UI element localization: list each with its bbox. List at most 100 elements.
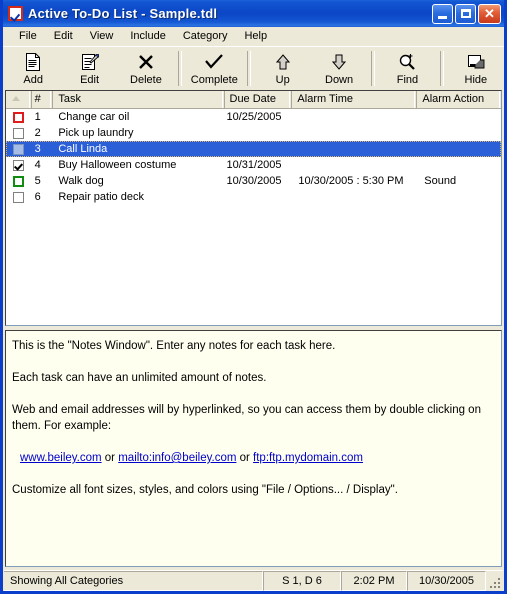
task-checkbox-icon[interactable] <box>13 127 24 139</box>
close-icon: ✕ <box>484 5 495 21</box>
notes-links-line: www.beiley.com or mailto:info@beiley.com… <box>20 450 495 466</box>
menu-bar: File Edit View Include Category Help <box>3 27 504 46</box>
link-email[interactable]: mailto:info@beiley.com <box>118 452 236 464</box>
column-header-number[interactable]: # <box>32 91 54 108</box>
row-number: 1 <box>34 111 41 123</box>
column-header-due-date[interactable]: Due Date <box>225 91 293 108</box>
row-task-name: Repair patio deck <box>58 191 144 203</box>
minimize-icon <box>433 5 452 23</box>
toolbar-label-up: Up <box>275 74 290 86</box>
row-number: 5 <box>34 175 41 187</box>
row-number: 6 <box>34 191 41 203</box>
row-checkbox-cell[interactable] <box>6 111 32 123</box>
row-checkbox-cell[interactable] <box>6 127 32 139</box>
notes-paragraph-4: Customize all font sizes, styles, and co… <box>12 484 398 496</box>
row-number: 2 <box>34 127 41 139</box>
row-due-date: 10/25/2005 <box>226 111 282 123</box>
maximize-icon <box>456 5 475 23</box>
sort-ascending-icon <box>12 96 20 101</box>
table-row[interactable]: 4 Buy Halloween costume 10/31/2005 <box>6 157 501 173</box>
menu-item-edit[interactable]: Edit <box>46 29 81 44</box>
task-list-body: 1 Change car oil 10/25/2005 2 Pick up la… <box>6 109 501 325</box>
toolbar-button-hide[interactable]: Hide <box>448 49 504 90</box>
toolbar-label-down: Down <box>325 74 354 86</box>
toolbar-button-delete[interactable]: Delete <box>118 49 174 90</box>
task-checkbox-icon[interactable] <box>13 111 24 123</box>
column-header-alarm-action[interactable]: Alarm Action <box>417 91 501 108</box>
status-bar: Showing All Categories S 1, D 6 2:02 PM … <box>4 570 503 591</box>
toolbar-button-find[interactable]: Find <box>379 49 435 90</box>
status-message: Showing All Categories <box>4 571 263 591</box>
column-header-alarm-time[interactable]: Alarm Time <box>292 91 418 108</box>
row-task-name: Buy Halloween costume <box>58 159 177 171</box>
menu-item-category[interactable]: Category <box>175 29 236 44</box>
notes-window[interactable]: This is the "Notes Window". Enter any no… <box>5 330 502 567</box>
magnifier-icon <box>395 51 419 73</box>
column-header-checkbox[interactable] <box>6 91 32 108</box>
notes-paragraph-3: Web and email addresses will by hyperlin… <box>12 404 481 432</box>
status-date: 10/30/2005 <box>407 571 486 591</box>
toolbar-label-delete: Delete <box>130 74 162 86</box>
toolbar-button-edit[interactable]: Edit <box>61 49 117 90</box>
arrow-up-icon <box>271 51 295 73</box>
checkmark-icon <box>202 51 226 73</box>
row-alarm-action: Sound <box>424 175 457 187</box>
maximize-button[interactable] <box>455 3 476 24</box>
arrow-down-icon <box>327 51 351 73</box>
new-document-icon <box>21 51 45 73</box>
toolbar-button-down[interactable]: Down <box>311 49 367 90</box>
task-checkbox-icon[interactable] <box>13 143 24 155</box>
table-row[interactable]: 3 Call Linda <box>6 141 501 157</box>
toolbar-label-add: Add <box>23 74 43 86</box>
row-checkbox-cell[interactable] <box>6 159 32 171</box>
toolbar-button-up[interactable]: Up <box>255 49 311 90</box>
task-checkbox-icon[interactable] <box>13 175 24 187</box>
row-task-name: Pick up laundry <box>58 127 134 139</box>
links-separator-1: or <box>101 452 119 464</box>
resize-grip-icon[interactable] <box>486 571 503 591</box>
task-list-header: # Task Due Date Alarm Time Alarm Action <box>6 91 501 109</box>
toolbar: Add Edit Delete Complete Up Down Find Hi… <box>3 46 504 90</box>
table-row[interactable]: 5 Walk dog 10/30/2005 10/30/2005 : 5:30 … <box>6 173 501 189</box>
link-website[interactable]: www.beiley.com <box>20 452 102 464</box>
menu-item-include[interactable]: Include <box>122 29 173 44</box>
toolbar-separator-4 <box>439 51 444 86</box>
toolbar-separator-3 <box>371 51 376 86</box>
toolbar-label-complete: Complete <box>190 74 238 86</box>
links-separator-2: or <box>236 452 254 464</box>
window-minimize-icon <box>464 51 488 73</box>
link-ftp[interactable]: ftp:ftp.mydomain.com <box>253 452 363 464</box>
row-checkbox-cell[interactable] <box>6 175 32 187</box>
window-title: Active To-Do List - Sample.tdl <box>28 6 218 21</box>
status-counts: S 1, D 6 <box>263 571 341 591</box>
minimize-button[interactable] <box>432 3 453 24</box>
menu-item-help[interactable]: Help <box>236 29 275 44</box>
toolbar-button-complete[interactable]: Complete <box>186 49 242 90</box>
row-number: 4 <box>34 159 41 171</box>
menu-item-file[interactable]: File <box>11 29 45 44</box>
toolbar-label-edit: Edit <box>80 74 100 86</box>
task-checkbox-icon[interactable] <box>13 191 24 203</box>
table-row[interactable]: 1 Change car oil 10/25/2005 <box>6 109 501 125</box>
column-header-task[interactable]: Task <box>53 91 225 108</box>
toolbar-button-add[interactable]: Add <box>5 49 61 90</box>
x-cross-icon <box>134 51 158 73</box>
row-alarm-time: 10/30/2005 : 5:30 PM <box>298 175 404 187</box>
title-bar[interactable]: Active To-Do List - Sample.tdl ✕ <box>3 0 504 27</box>
task-list[interactable]: # Task Due Date Alarm Time Alarm Action … <box>5 90 502 326</box>
app-checkbox-icon <box>8 6 23 21</box>
row-task-name: Call Linda <box>58 143 108 155</box>
menu-item-view[interactable]: View <box>82 29 122 44</box>
row-number: 3 <box>34 143 41 155</box>
toolbar-label-find: Find <box>396 74 419 86</box>
row-checkbox-cell[interactable] <box>6 191 32 203</box>
table-row[interactable]: 2 Pick up laundry <box>6 125 501 141</box>
toolbar-separator-1 <box>178 51 183 86</box>
row-due-date: 10/31/2005 <box>226 159 282 171</box>
row-checkbox-cell[interactable] <box>6 143 32 155</box>
edit-document-icon <box>78 51 102 73</box>
table-row[interactable]: 6 Repair patio deck <box>6 189 501 205</box>
task-checkbox-icon[interactable] <box>13 159 24 171</box>
notes-paragraph-1: This is the "Notes Window". Enter any no… <box>12 340 336 352</box>
close-button[interactable]: ✕ <box>478 3 501 24</box>
